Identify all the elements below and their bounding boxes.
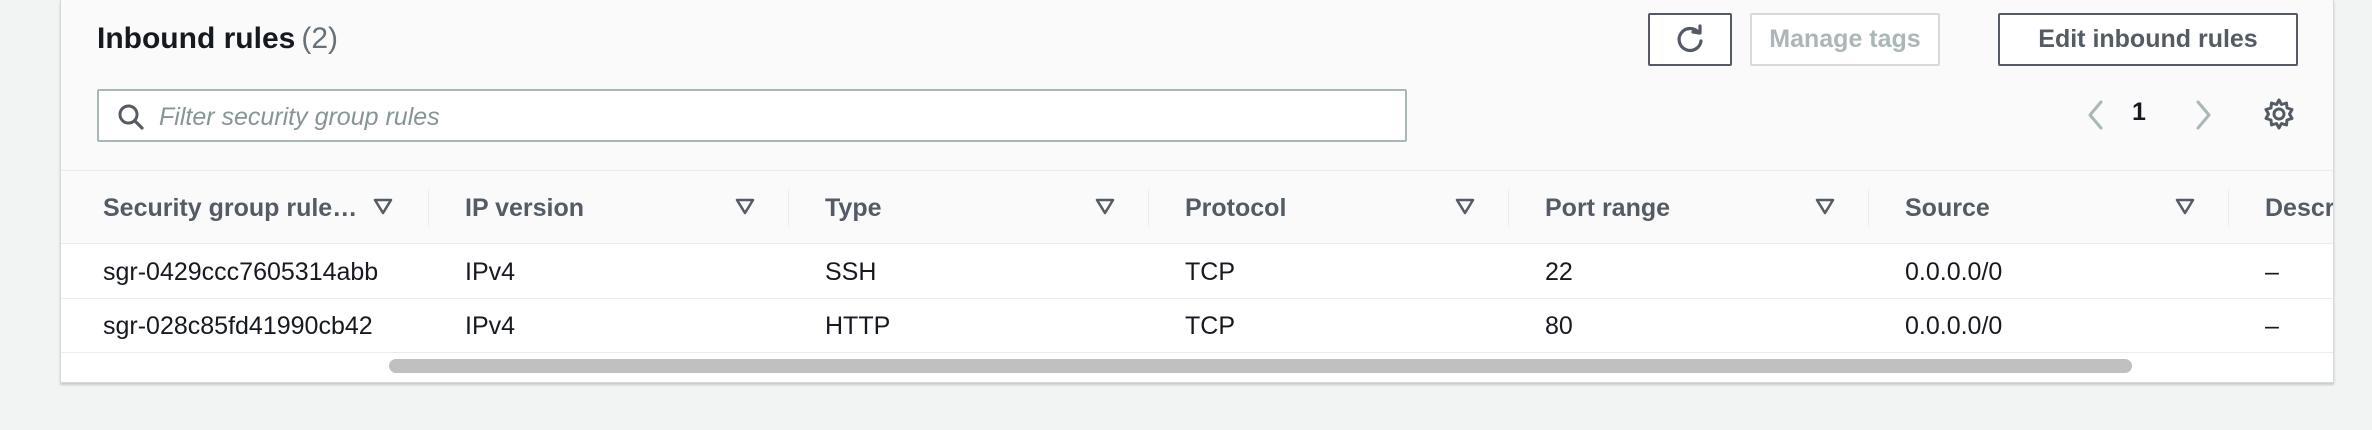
cell-port-range: 22 — [1545, 257, 1573, 286]
cell-description: – — [2265, 311, 2279, 340]
cell-type: SSH — [825, 257, 877, 286]
table-row[interactable]: sgr-028c85fd41990cb42 IPv4 HTTP TCP 80 0… — [61, 299, 2333, 353]
inbound-rules-panel: Inbound rules (2) Manage tags Edit inboun… — [60, 0, 2334, 383]
cell-ip-version: IPv4 — [465, 311, 516, 340]
cell-port-range: 80 — [1545, 311, 1573, 340]
column-header-source[interactable]: Source — [1869, 171, 2229, 245]
table-row[interactable]: sgr-0429ccc7605314abb IPv4 SSH TCP 22 0.… — [61, 245, 2333, 299]
column-header-rule-id[interactable]: Security group rule… — [61, 171, 429, 245]
scrollbar-thumb[interactable] — [389, 359, 2132, 373]
title-label: Inbound rules — [97, 22, 296, 55]
sort-icon — [373, 198, 393, 215]
search-icon — [118, 104, 144, 130]
search-placeholder: Filter security group rules — [159, 103, 440, 131]
sort-icon — [735, 198, 755, 215]
column-header-description[interactable]: Descri — [2229, 171, 2333, 245]
sort-icon — [1455, 198, 1475, 215]
cell-rule-id[interactable]: sgr-028c85fd41990cb42 — [103, 299, 373, 353]
cell-protocol: TCP — [1185, 257, 1235, 286]
cell-protocol: TCP — [1185, 311, 1235, 340]
column-header-port-range[interactable]: Port range — [1509, 171, 1869, 245]
cell-description: – — [2265, 257, 2279, 286]
rule-count: (2) — [301, 22, 338, 55]
edit-inbound-rules-button[interactable]: Edit inbound rules — [1998, 13, 2298, 66]
refresh-icon — [1677, 23, 1703, 52]
page-title: Inbound rules (2) — [97, 22, 338, 56]
sort-icon — [1095, 198, 1115, 215]
search-input[interactable]: Filter security group rules — [97, 89, 1407, 142]
sort-icon — [2175, 198, 2195, 215]
refresh-button[interactable] — [1648, 13, 1732, 66]
column-header-ip-version[interactable]: IP version — [429, 171, 789, 245]
cell-type: HTTP — [825, 311, 891, 340]
table-header: Security group rule… IP version Type Pro… — [61, 170, 2333, 244]
cell-rule-id[interactable]: sgr-0429ccc7605314abb — [103, 245, 378, 299]
gear-icon[interactable] — [2262, 97, 2296, 131]
cell-source: 0.0.0.0/0 — [1905, 257, 2003, 286]
chevron-right-icon[interactable] — [2192, 98, 2214, 132]
column-header-protocol[interactable]: Protocol — [1149, 171, 1509, 245]
chevron-left-icon[interactable] — [2085, 98, 2107, 132]
current-page[interactable]: 1 — [2132, 98, 2146, 127]
sort-icon — [1815, 198, 1835, 215]
column-header-type[interactable]: Type — [789, 171, 1149, 245]
cell-ip-version: IPv4 — [465, 257, 516, 286]
manage-tags-button[interactable]: Manage tags — [1750, 13, 1940, 66]
cell-source: 0.0.0.0/0 — [1905, 311, 2003, 340]
panel-header: Inbound rules (2) Manage tags Edit inboun… — [61, 0, 2333, 170]
